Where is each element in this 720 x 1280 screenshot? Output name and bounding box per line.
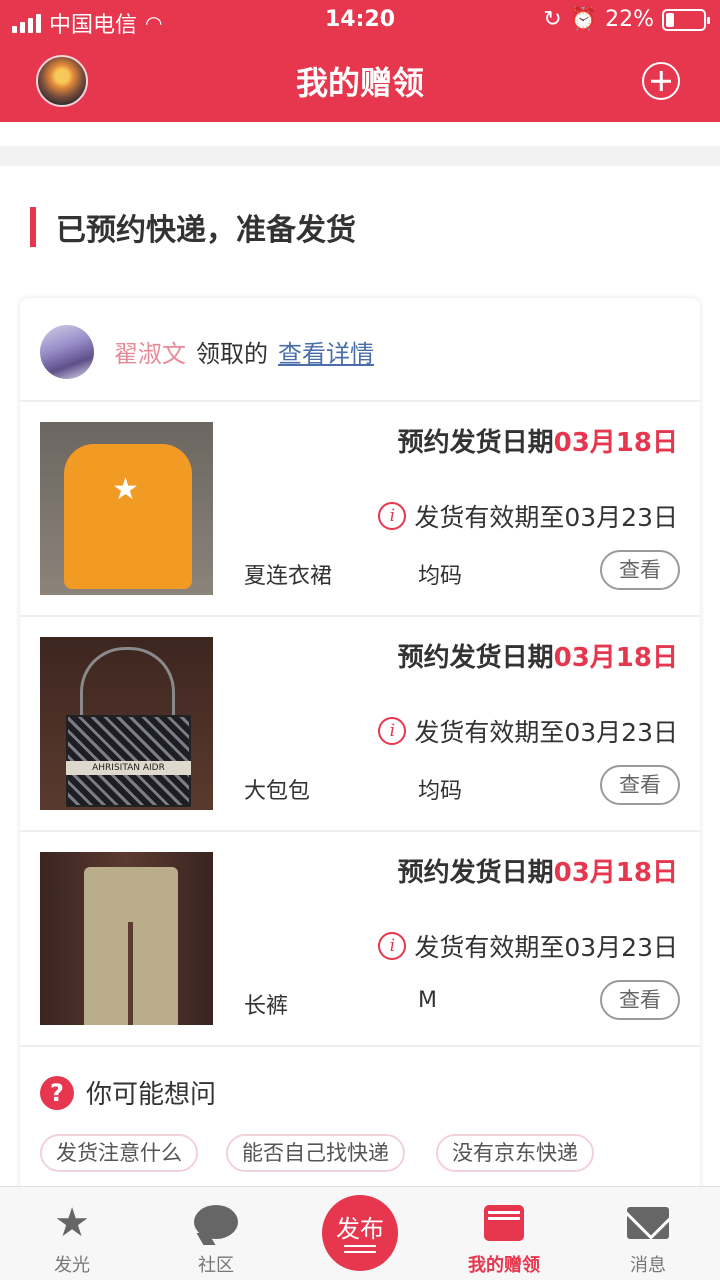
star-graphic: ★: [112, 472, 139, 507]
item-thumbnail[interactable]: AHRISITAN AIDR: [40, 637, 213, 810]
battery-percent: 22%: [605, 7, 654, 32]
faq-title: 你可能想问: [86, 1080, 217, 1110]
item-name: 大包包: [244, 779, 311, 804]
faq-chip-own-courier[interactable]: 能否自己找快递: [226, 1134, 405, 1172]
status-bar: 中国电信 ◠ 14:20 ↻ ⏰ 22%: [0, 0, 720, 40]
owner-verb: 领取的: [196, 340, 268, 368]
tab-label: 发光: [54, 1255, 90, 1276]
section-header: 已预约快递，准备发货: [30, 207, 356, 248]
owner-line: 翟淑文 领取的 查看详情: [114, 334, 374, 369]
item-size: M: [418, 988, 437, 1013]
divider-band: [0, 146, 720, 166]
hoodie-shape: [64, 444, 192, 589]
item-name: 长裤: [244, 994, 289, 1019]
tab-my-gifts[interactable]: 我的赠领: [432, 1187, 576, 1280]
info-icon: i: [378, 502, 407, 530]
publish-label: 发布: [336, 1215, 384, 1243]
ship-date-value: 03月18日: [553, 643, 678, 673]
tab-label: 我的赠领: [468, 1255, 540, 1276]
valid-until-text: 发货有效期至03月23日: [414, 503, 678, 532]
view-details-link[interactable]: 查看详情: [278, 334, 374, 369]
card-header: 翟淑文 领取的 查看详情: [20, 298, 700, 402]
gift-card: 翟淑文 领取的 查看详情 ★ 预约发货日期03月18日 i 发货有效期至03月2…: [20, 298, 700, 1198]
item-thumbnail[interactable]: ★: [40, 422, 213, 595]
valid-until: i 发货有效期至03月23日: [378, 713, 678, 749]
valid-until-text: 发货有效期至03月23日: [414, 933, 678, 962]
ship-date-value: 03月18日: [553, 428, 678, 458]
item-name: 夏连衣裙: [244, 564, 333, 589]
faq-header: ? 你可能想问: [40, 1074, 216, 1111]
pants-gap: [128, 922, 133, 1025]
mail-icon: [627, 1207, 669, 1239]
star-icon: ★: [54, 1200, 90, 1246]
ship-date: 预约发货日期03月18日: [398, 637, 678, 674]
ship-date-label: 预约发货日期: [397, 858, 554, 888]
view-button[interactable]: 查看: [600, 765, 680, 805]
gift-box-icon: [484, 1205, 524, 1241]
tab-messages[interactable]: 消息: [576, 1187, 720, 1280]
publish-icon: [344, 1245, 376, 1253]
tab-label: 消息: [630, 1255, 666, 1276]
info-icon: i: [378, 932, 407, 960]
section-accent-bar: [30, 207, 36, 247]
list-item[interactable]: AHRISITAN AIDR 预约发货日期03月18日 i 发货有效期至03月2…: [20, 617, 700, 832]
tab-community[interactable]: 社区: [144, 1187, 288, 1280]
section-title: 已预约快递，准备发货: [56, 213, 356, 248]
valid-until: i 发货有效期至03月23日: [378, 928, 678, 964]
view-button[interactable]: 查看: [600, 980, 680, 1020]
ship-date-label: 预约发货日期: [397, 643, 554, 673]
faq-chip-no-jd-express[interactable]: 没有京东快递: [436, 1134, 594, 1172]
item-size: 均码: [418, 779, 463, 804]
view-button[interactable]: 查看: [600, 550, 680, 590]
owner-name[interactable]: 翟淑文: [114, 334, 186, 369]
tab-label: 社区: [198, 1255, 234, 1276]
bottom-tab-bar: ★ 发光 社区 发布 我的赠领 消息: [0, 1186, 720, 1280]
page-title: 我的赠领: [295, 64, 424, 102]
valid-until-text: 发货有效期至03月23日: [414, 718, 678, 747]
publish-button[interactable]: 发布: [322, 1195, 398, 1271]
battery-level-fill: [666, 12, 674, 27]
plus-circle-icon[interactable]: [642, 62, 680, 100]
list-item[interactable]: ★ 预约发货日期03月18日 i 发货有效期至03月23日 夏连衣裙 均码 查看: [20, 402, 700, 617]
ship-date-value: 03月18日: [553, 858, 678, 888]
chat-bubble-icon: [194, 1205, 238, 1239]
question-icon: ?: [40, 1075, 74, 1110]
valid-until: i 发货有效期至03月23日: [378, 498, 678, 534]
owner-avatar[interactable]: [40, 325, 94, 379]
faq-chip-shipping-notes[interactable]: 发货注意什么: [40, 1134, 198, 1172]
status-right: ↻ ⏰ 22%: [543, 7, 710, 32]
item-size: 均码: [418, 564, 463, 589]
rotation-lock-icon: ↻: [543, 7, 562, 32]
battery-icon: [662, 8, 710, 31]
list-item[interactable]: 预约发货日期03月18日 i 发货有效期至03月23日 长裤 M 查看: [20, 832, 700, 1047]
bag-band-text: AHRISITAN AIDR: [66, 761, 191, 775]
ship-date: 预约发货日期03月18日: [398, 422, 678, 459]
ship-date-label: 预约发货日期: [397, 428, 554, 458]
info-icon: i: [378, 717, 407, 745]
alarm-icon: ⏰: [569, 7, 598, 32]
tab-shine[interactable]: ★ 发光: [0, 1187, 144, 1280]
ship-date: 预约发货日期03月18日: [398, 852, 678, 889]
item-thumbnail[interactable]: [40, 852, 213, 1025]
top-bar: 中国电信 ◠ 14:20 ↻ ⏰ 22% 我的赠领: [0, 0, 720, 122]
